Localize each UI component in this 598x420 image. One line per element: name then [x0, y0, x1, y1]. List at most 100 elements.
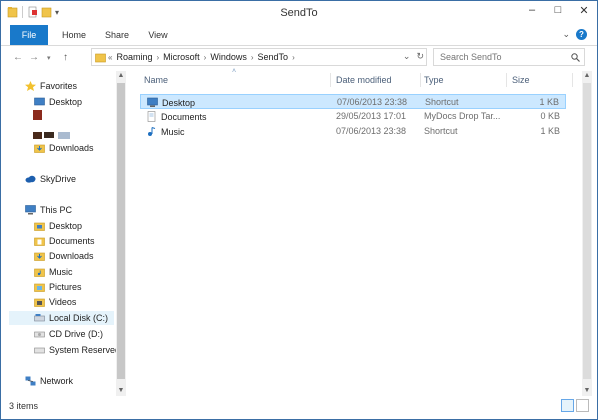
- content-scrollbar-track[interactable]: [583, 83, 591, 379]
- ribbon-right-controls: ⌄ ?: [562, 29, 587, 40]
- file-size: 1 KB: [539, 97, 559, 107]
- nav-desktop-favorite[interactable]: Desktop: [34, 95, 147, 109]
- file-type: Shortcut: [424, 126, 458, 136]
- nav-scrollbar[interactable]: ▲ ▼: [116, 71, 126, 396]
- desktop-icon: [34, 97, 45, 106]
- file-list: ˄ Name Date modified Type Size Desktop 0…: [132, 68, 592, 396]
- search-input[interactable]: [438, 51, 562, 63]
- nav-scrollbar-thumb[interactable]: [117, 83, 125, 379]
- close-button[interactable]: ✕: [577, 4, 591, 17]
- file-size: 0 KB: [540, 111, 560, 121]
- column-divider[interactable]: [330, 73, 331, 87]
- nav-pc-downloads[interactable]: Downloads: [34, 249, 147, 263]
- star-icon: [25, 81, 36, 91]
- column-header-date[interactable]: Date modified: [336, 71, 392, 89]
- breadcrumb-separator-icon[interactable]: ›: [251, 53, 254, 62]
- tab-share[interactable]: Share: [99, 25, 135, 45]
- nav-downloads-favorite[interactable]: Downloads: [34, 141, 147, 155]
- nav-pc-music[interactable]: Music: [34, 265, 147, 279]
- file-date: 29/05/2013 17:01: [336, 111, 407, 121]
- up-button[interactable]: ↑: [63, 52, 68, 63]
- title-bar: ▾ SendTo – □ ✕: [1, 1, 597, 25]
- address-bar[interactable]: « Roaming › Microsoft › Windows › SendTo…: [91, 48, 427, 66]
- tab-home[interactable]: Home: [56, 25, 92, 45]
- minimize-button[interactable]: –: [525, 4, 539, 17]
- nav-pc-local-disk[interactable]: Local Disk (C:): [9, 311, 114, 325]
- file-date: 07/06/2013 23:38: [337, 97, 408, 107]
- column-header-size[interactable]: Size: [512, 71, 530, 89]
- tab-view[interactable]: View: [141, 25, 175, 45]
- search-box: [433, 48, 585, 66]
- redacted-icon: [44, 132, 54, 138]
- table-row[interactable]: Documents 29/05/2013 17:01 MyDocs Drop T…: [140, 109, 566, 124]
- nav-label: Desktop: [49, 97, 83, 107]
- view-toggle: [561, 399, 589, 412]
- file-name-cell: Documents: [146, 111, 207, 122]
- column-header-type[interactable]: Type: [424, 71, 444, 89]
- nav-label: CD Drive (D:): [49, 329, 103, 339]
- computer-icon: [25, 205, 36, 215]
- column-divider[interactable]: [506, 73, 507, 87]
- large-icons-view-button[interactable]: [576, 399, 589, 412]
- nav-pc-documents[interactable]: Documents: [34, 234, 147, 248]
- file-name: Desktop: [162, 97, 196, 108]
- breadcrumb-separator-icon[interactable]: ›: [292, 53, 295, 62]
- table-row[interactable]: Desktop 07/06/2013 23:38 Shortcut 1 KB: [140, 94, 566, 109]
- nav-pc-cd-drive[interactable]: CD Drive (D:): [34, 327, 147, 341]
- breadcrumb-sendto[interactable]: SendTo: [258, 52, 289, 62]
- nav-label: Network: [40, 376, 74, 386]
- file-name-cell: Desktop: [147, 97, 195, 108]
- nav-label: System Reserved: [49, 345, 121, 355]
- scroll-up-icon[interactable]: ▲: [582, 72, 592, 79]
- scroll-up-icon[interactable]: ▲: [116, 72, 126, 79]
- file-type: Shortcut: [425, 97, 459, 107]
- nav-pc-pictures[interactable]: Pictures: [34, 280, 147, 294]
- nav-label: Music: [49, 267, 73, 277]
- status-bar: 3 items: [1, 396, 597, 419]
- breadcrumb-windows[interactable]: Windows: [210, 52, 247, 62]
- forward-button[interactable]: →: [29, 52, 39, 63]
- address-dropdown-icon[interactable]: ⌄: [403, 51, 411, 62]
- window-title: SendTo: [280, 7, 318, 19]
- tab-file[interactable]: File: [10, 25, 48, 45]
- redacted-icon: [33, 110, 42, 120]
- content-scrollbar[interactable]: ▲ ▼: [582, 71, 592, 396]
- nav-label: Documents: [49, 236, 95, 246]
- breadcrumb-separator-icon[interactable]: ›: [204, 53, 207, 62]
- ribbon-tabs: File Home Share View ⌄ ?: [1, 25, 597, 46]
- refresh-icon[interactable]: ↻: [416, 51, 424, 62]
- sort-ascending-icon: ˄: [232, 68, 237, 75]
- nav-label: Videos: [49, 297, 77, 307]
- scroll-down-icon[interactable]: ▼: [582, 387, 592, 394]
- item-count: 3 items: [9, 401, 39, 411]
- window-controls: – □ ✕: [525, 4, 591, 17]
- column-divider[interactable]: [572, 73, 573, 87]
- recent-locations-icon[interactable]: ▾: [47, 54, 51, 62]
- table-row[interactable]: Music 07/06/2013 23:38 Shortcut 1 KB: [140, 124, 566, 139]
- file-type: MyDocs Drop Tar...: [424, 111, 500, 121]
- breadcrumb-microsoft[interactable]: Microsoft: [163, 52, 200, 62]
- search-icon[interactable]: [571, 52, 580, 62]
- breadcrumb-roaming[interactable]: Roaming: [116, 52, 152, 62]
- back-button[interactable]: ←: [13, 52, 23, 63]
- breadcrumb-separator-icon[interactable]: ›: [156, 53, 159, 62]
- nav-label: This PC: [40, 205, 73, 215]
- file-name-cell: Music: [146, 126, 185, 137]
- nav-pc-desktop[interactable]: Desktop: [34, 219, 147, 233]
- cloud-icon: [25, 175, 36, 183]
- column-divider[interactable]: [420, 73, 421, 87]
- column-header-name[interactable]: Name: [144, 71, 168, 89]
- scroll-down-icon[interactable]: ▼: [116, 387, 126, 394]
- help-icon[interactable]: ?: [576, 29, 587, 40]
- details-view-button[interactable]: [561, 399, 574, 412]
- pictures-folder-icon: [34, 283, 45, 292]
- breadcrumb-prefix: «: [108, 52, 113, 62]
- nav-label: SkyDrive: [40, 174, 77, 184]
- downloads-folder-icon: [34, 144, 45, 153]
- nav-pc-videos[interactable]: Videos: [34, 295, 147, 309]
- nav-pc-system-reserved[interactable]: System Reserved: [34, 343, 147, 357]
- maximize-button[interactable]: □: [551, 4, 565, 17]
- desktop-folder-icon: [34, 222, 45, 231]
- explorer-window: ▾ SendTo – □ ✕ File Home Share View ⌄ ? …: [0, 0, 598, 420]
- chevron-down-icon[interactable]: ⌄: [562, 29, 570, 40]
